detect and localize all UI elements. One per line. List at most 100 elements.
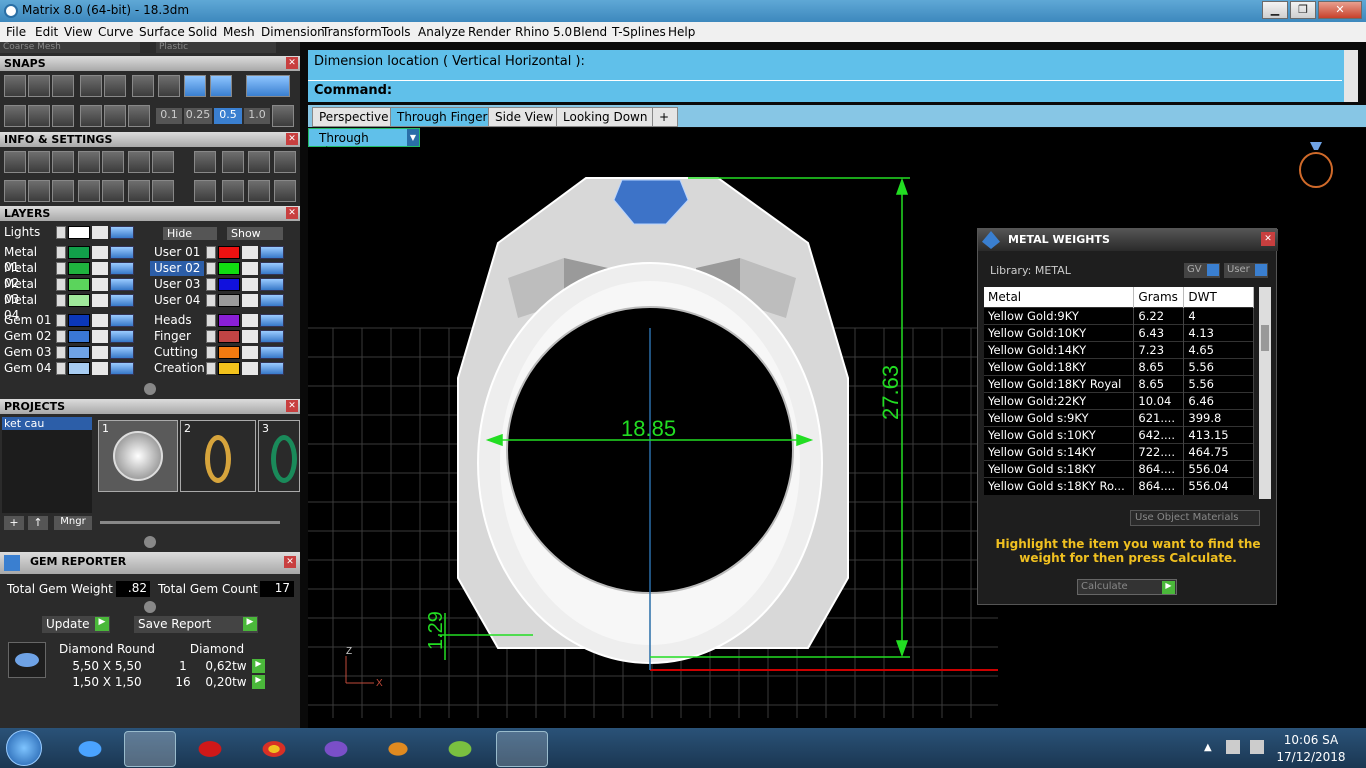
- layer-color-swatch[interactable]: [218, 330, 240, 343]
- layer-row[interactable]: Gem 02: [0, 329, 140, 344]
- ring-icon[interactable]: [194, 180, 216, 202]
- project-thumbnail-3[interactable]: 3: [258, 420, 300, 492]
- show-hidden-icons[interactable]: ▲: [1204, 742, 1212, 753]
- layer-color-swatch[interactable]: [218, 362, 240, 375]
- snap-int-icon[interactable]: [132, 75, 154, 97]
- grid-snap-icon[interactable]: [272, 105, 294, 127]
- file-explorer-icon[interactable]: [124, 731, 176, 767]
- table-row[interactable]: Yellow Gold:18KY Royal 8.65 5.56: [984, 375, 1254, 393]
- window-icon[interactable]: [222, 151, 244, 173]
- project-list[interactable]: ket cau: [2, 417, 92, 513]
- metal-column-header[interactable]: Metal: [984, 287, 1135, 308]
- arrow-icon[interactable]: [56, 246, 66, 259]
- layer-lights[interactable]: Lights: [0, 225, 140, 240]
- lock-icon[interactable]: [242, 346, 258, 359]
- scatter-icon[interactable]: [128, 180, 150, 202]
- lock-icon[interactable]: [92, 314, 108, 327]
- layer-color-swatch[interactable]: [68, 330, 90, 343]
- layer-row[interactable]: User 01: [150, 245, 290, 260]
- project-thumbnail-1[interactable]: 1: [98, 420, 178, 492]
- list-icon[interactable]: [152, 180, 174, 202]
- arrow-icon[interactable]: [206, 362, 216, 375]
- menu-analyze[interactable]: Analyze: [418, 25, 465, 39]
- lock-icon[interactable]: [92, 346, 108, 359]
- layer-color-swatch[interactable]: [218, 346, 240, 359]
- visibility-toggle[interactable]: [110, 314, 134, 327]
- snap-value-1.0[interactable]: 1.0: [244, 108, 270, 124]
- snap-perp-icon[interactable]: [158, 75, 180, 97]
- mesh-dropdown[interactable]: Coarse Mesh: [0, 42, 140, 53]
- zoom-slider[interactable]: [100, 521, 280, 524]
- lock-icon[interactable]: [242, 294, 258, 307]
- layer-row[interactable]: Gem 01: [0, 313, 140, 328]
- table-row[interactable]: Yellow Gold:22KY 10.04 6.46: [984, 392, 1254, 410]
- visibility-toggle[interactable]: [110, 330, 134, 343]
- material-dropdown[interactable]: Plastic: [156, 42, 276, 53]
- layer-color-swatch[interactable]: [68, 294, 90, 307]
- visibility-toggle[interactable]: [260, 262, 284, 275]
- update-button[interactable]: Update ▶: [42, 616, 110, 633]
- layer-color-swatch[interactable]: [218, 294, 240, 307]
- layer-color-swatch[interactable]: [68, 314, 90, 327]
- layer-row[interactable]: Creation: [150, 361, 290, 376]
- network-icon[interactable]: [1226, 740, 1240, 754]
- arrow-icon[interactable]: [206, 278, 216, 291]
- lock-icon[interactable]: [92, 362, 108, 375]
- arrow-icon[interactable]: [56, 226, 66, 239]
- ring-icon[interactable]: [222, 180, 244, 202]
- menu-render[interactable]: Render: [468, 25, 511, 39]
- visibility-toggle[interactable]: [110, 294, 134, 307]
- gv-toggle[interactable]: GV: [1184, 263, 1220, 278]
- arrow-icon[interactable]: [56, 362, 66, 375]
- arrow-icon[interactable]: [206, 346, 216, 359]
- lock-icon[interactable]: [242, 314, 258, 327]
- chevron-down-icon[interactable]: ▼: [407, 129, 419, 146]
- snap-mid-icon[interactable]: [80, 75, 102, 97]
- layer-color-swatch[interactable]: [68, 262, 90, 275]
- table-row[interactable]: Yellow Gold s:9KY 621.... 399.8: [984, 409, 1254, 427]
- arrow-icon[interactable]: [56, 294, 66, 307]
- box-icon[interactable]: [78, 151, 100, 173]
- lock-icon[interactable]: [92, 246, 108, 259]
- clock-time[interactable]: 10:06 SA: [1276, 733, 1346, 747]
- layer-row[interactable]: Metal 03: [0, 277, 140, 306]
- volume-icon[interactable]: [1250, 740, 1264, 754]
- layer-color-swatch[interactable]: [68, 346, 90, 359]
- visibility-toggle[interactable]: [260, 246, 284, 259]
- document-icon[interactable]: [102, 151, 124, 173]
- eye-icon[interactable]: [104, 105, 126, 127]
- pencil-icon[interactable]: [128, 151, 150, 173]
- arrow-icon[interactable]: [206, 294, 216, 307]
- visibility-toggle[interactable]: [260, 346, 284, 359]
- layout-icon[interactable]: [4, 180, 26, 202]
- user-toggle[interactable]: User: [1224, 263, 1268, 278]
- table-row[interactable]: Yellow Gold:18KY 8.65 5.56: [984, 358, 1254, 376]
- layer-row[interactable]: User 03: [150, 277, 290, 292]
- close-icon[interactable]: ✕: [286, 400, 298, 412]
- close-icon[interactable]: ✕: [286, 133, 298, 145]
- close-icon[interactable]: ✕: [286, 207, 298, 219]
- maximize-button[interactable]: ❐: [1290, 1, 1316, 19]
- snap-end-icon[interactable]: [4, 75, 26, 97]
- command-area[interactable]: Dimension location ( Vertical Horizontal…: [308, 50, 1358, 102]
- lock-icon[interactable]: [242, 262, 258, 275]
- play-icon[interactable]: ▶: [252, 675, 265, 689]
- arrow-icon[interactable]: [206, 314, 216, 327]
- layer-color-swatch[interactable]: [218, 262, 240, 275]
- menu-edit[interactable]: Edit: [35, 25, 58, 39]
- add-tab-button[interactable]: +: [652, 107, 678, 127]
- table-row[interactable]: Yellow Gold s:14KY 722.... 464.75: [984, 443, 1254, 461]
- layer-row[interactable]: User 04: [150, 293, 290, 308]
- light-icon[interactable]: [194, 151, 216, 173]
- matrix-app-icon[interactable]: [496, 731, 548, 767]
- visibility-toggle[interactable]: [260, 330, 284, 343]
- monitor-icon[interactable]: [28, 180, 50, 202]
- visibility-toggle[interactable]: [110, 362, 134, 375]
- visibility-toggle[interactable]: [260, 294, 284, 307]
- use-object-materials-toggle[interactable]: Use Object Materials: [1130, 510, 1260, 526]
- minimize-button[interactable]: ▁: [1262, 1, 1288, 19]
- layer-row[interactable]: Gem 04: [0, 361, 140, 376]
- chrome-icon[interactable]: [248, 731, 300, 767]
- menu-surface[interactable]: Surface: [139, 25, 185, 39]
- metal-table-scrollbar[interactable]: [1259, 287, 1271, 499]
